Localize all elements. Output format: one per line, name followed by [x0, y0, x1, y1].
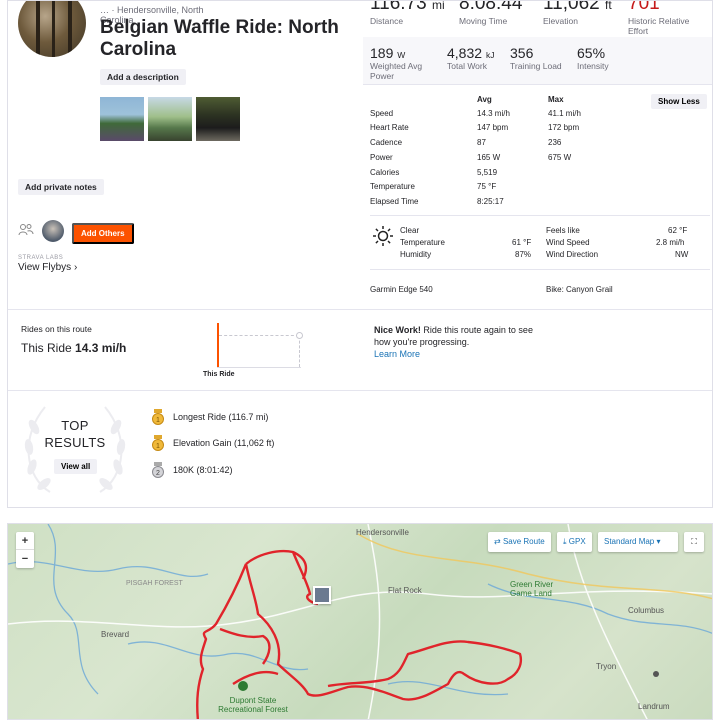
device-name: Garmin Edge 540 — [370, 285, 433, 294]
activity-photo[interactable] — [148, 97, 192, 141]
athlete-avatar[interactable] — [18, 1, 86, 57]
add-private-notes-button[interactable]: Add private notes — [18, 179, 104, 195]
stat-elevation: 11,062 ft Elevation — [543, 0, 612, 26]
route-encouragement: Nice Work! Ride this route again to see … — [374, 325, 533, 359]
stats-row: Speed 14.3 mi/h 41.1 mi/h — [370, 109, 581, 118]
map-type-select[interactable]: Standard Map ▾ — [598, 532, 678, 552]
stat-relative-effort[interactable]: 701 Historic Relative Effort — [628, 1, 698, 36]
activity-card: … · Hendersonville, North Carolina Belgia… — [7, 0, 713, 508]
divider — [370, 269, 710, 270]
zoom-in-button[interactable]: + — [16, 532, 34, 550]
view-flybys-link[interactable]: View Flybys › — [18, 262, 77, 273]
map-terrain — [8, 524, 712, 719]
map-place-label: Flat Rock — [388, 586, 422, 595]
weather-temp-label: Temperature — [400, 238, 445, 247]
download-icon: ⤓ — [563, 537, 567, 546]
wind-speed-value: 2.8 mi/h — [656, 238, 685, 247]
add-others-button[interactable]: Add Others — [72, 223, 134, 244]
placeholder-line — [299, 336, 300, 367]
this-ride-label: This Ride — [203, 371, 235, 378]
map-place-label: Dupont State Recreational Forest — [218, 696, 288, 714]
activity-title: Belgian Waffle Ride: North Carolina — [100, 17, 339, 60]
stat-weighted-power: 189 W Weighted Avg Power — [370, 45, 423, 81]
stats-row: Calories 5,519 — [370, 168, 498, 177]
stats-row: Cadence 87 236 — [370, 138, 562, 147]
stat-moving-time: 8:08:44 Moving Time — [459, 0, 523, 26]
top-result-item[interactable]: 180K (8:01:42) — [173, 465, 233, 475]
stats-row: Power 165 W 675 W — [370, 153, 572, 162]
svg-text:1: 1 — [156, 417, 160, 424]
route-comparison-value: This Ride 14.3 mi/h — [21, 341, 127, 355]
weather-condition: Clear — [400, 226, 420, 235]
wind-direction-label: Wind Direction — [546, 250, 599, 259]
placeholder-dot — [296, 332, 303, 339]
map-place-label: Landrum — [638, 702, 670, 711]
stat-distance: 116.73 mi Distance — [370, 0, 445, 26]
chart-baseline — [217, 367, 301, 368]
divider — [8, 390, 712, 391]
top-result-item[interactable]: Elevation Gain (11,062 ft) — [173, 438, 274, 448]
bike-name: Bike: Canyon Grail — [546, 285, 613, 294]
route-start-avatar[interactable] — [313, 586, 331, 604]
divider — [8, 309, 712, 310]
stat-training-load: 356 Training Load — [510, 45, 562, 71]
save-route-button[interactable]: ⇄ Save Route — [488, 532, 551, 552]
zoom-out-button[interactable]: − — [16, 550, 34, 568]
stats-row: Heart Rate 147 bpm 172 bpm — [370, 123, 580, 132]
fullscreen-icon[interactable]: ⛶ — [684, 532, 704, 552]
map-place-label: PISGAH FOREST — [126, 580, 183, 587]
weather-humidity-label: Humidity — [400, 250, 432, 259]
add-description-button[interactable]: Add a description — [100, 69, 186, 85]
route-comparison-label: Rides on this route — [21, 324, 92, 334]
top-result-item[interactable]: Longest Ride (116.7 mi) — [173, 412, 268, 422]
placeholder-line — [219, 335, 299, 336]
activity-photo[interactable] — [100, 97, 144, 141]
svg-text:1: 1 — [156, 443, 160, 450]
weather-temp-value: 61 °F — [512, 238, 532, 247]
route-map[interactable]: + − ⇄ Save Route ⤓ GPX Standard Map ▾ ⛶ … — [7, 523, 713, 720]
silver-medal-icon: 2 — [152, 462, 164, 478]
top-results-title: TOP RESULTS — [44, 418, 106, 450]
show-less-button[interactable]: Show Less — [651, 94, 707, 109]
stats-row: Elapsed Time 8:25:17 — [370, 197, 504, 206]
gpx-download-button[interactable]: ⤓ GPX — [557, 532, 592, 552]
stat-intensity: 65% Intensity — [577, 45, 609, 71]
divider — [370, 215, 710, 216]
svg-text:2: 2 — [156, 470, 160, 477]
participant-avatar[interactable] — [42, 220, 64, 242]
view-all-button[interactable]: View all — [54, 459, 98, 474]
chevron-down-icon: ▾ — [656, 537, 661, 546]
zoom-controls: + − — [16, 532, 34, 568]
stats-row: Temperature 75 °F — [370, 182, 497, 191]
gold-medal-icon: 1 — [152, 409, 164, 425]
strava-labs-label: STRAVA LABS — [18, 255, 64, 261]
weather-feels-label: Feels like — [546, 226, 580, 235]
weather-humidity-value: 87% — [515, 250, 532, 259]
max-column-header: Max — [548, 95, 564, 104]
this-ride-bar — [217, 323, 219, 367]
learn-more-link[interactable]: Learn More — [374, 349, 420, 359]
group-people-icon — [18, 224, 34, 236]
map-place-label: Columbus — [628, 606, 665, 615]
sun-icon — [373, 226, 393, 246]
map-place-label: Tryon — [596, 662, 617, 671]
activity-photo[interactable] — [196, 97, 240, 141]
gold-medal-icon: 1 — [152, 435, 164, 451]
map-place-label: Hendersonville — [356, 528, 409, 537]
map-place-label: Brevard — [101, 630, 130, 639]
weather-feels-value: 62 °F — [668, 226, 688, 235]
avg-column-header: Avg — [477, 95, 492, 104]
map-place-label: Green River Game Land — [510, 580, 554, 598]
wind-direction-value: NW — [675, 250, 689, 259]
stat-total-work: 4,832 kJ Total Work — [447, 45, 495, 71]
wind-speed-label: Wind Speed — [546, 238, 590, 247]
